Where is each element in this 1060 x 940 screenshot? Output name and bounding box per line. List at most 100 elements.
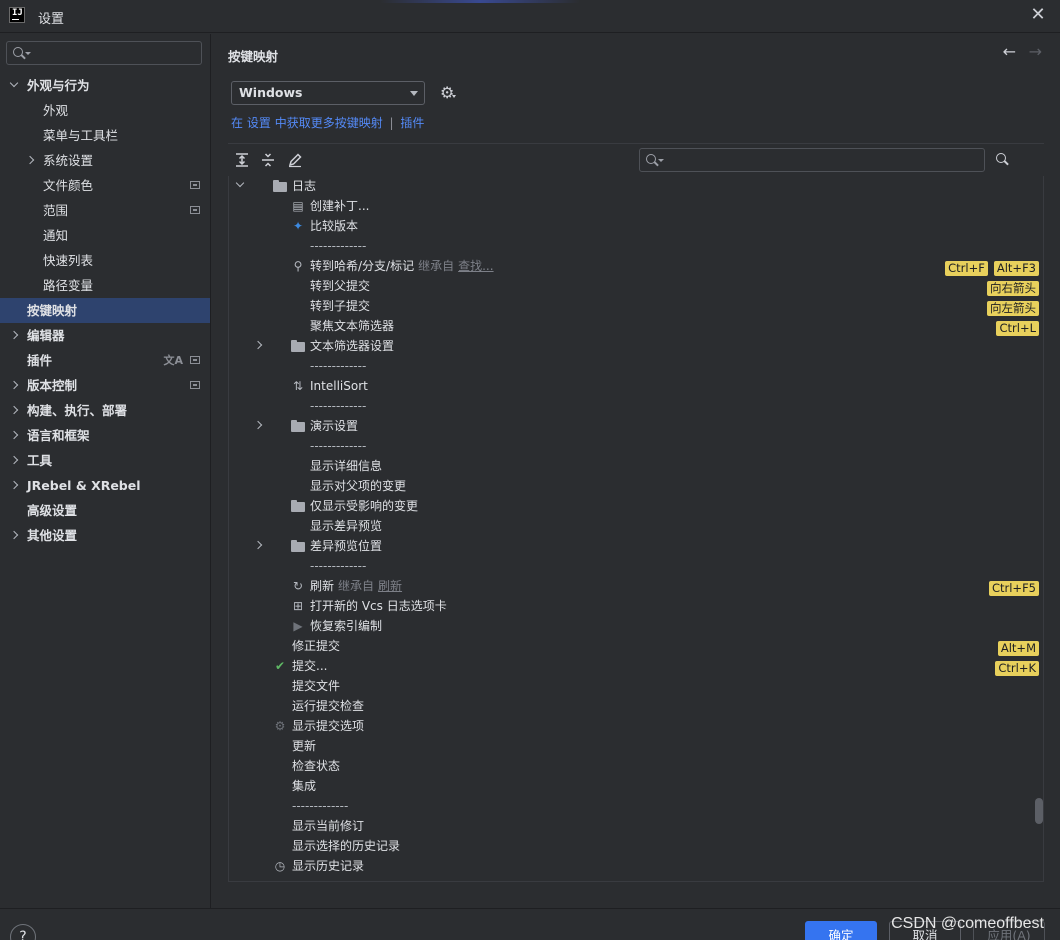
- action-row[interactable]: 差异预览位置: [229, 536, 1043, 556]
- sidebar-item[interactable]: 外观与行为: [0, 73, 210, 98]
- forward-arrow-icon[interactable]: →: [1029, 42, 1042, 61]
- plugins-link[interactable]: 插件: [400, 116, 424, 130]
- sidebar-item-label: 范围: [43, 203, 69, 218]
- action-row[interactable]: ↻ 刷新 继承自 刷新 Ctrl+F5: [229, 576, 1043, 596]
- keymap-panel: 按键映射 ← → Windows ⚙ 在 设置 中获取更多按键映射 | 插件 日…: [210, 34, 1060, 908]
- sidebar-item[interactable]: 版本控制: [0, 373, 210, 398]
- expand-all-icon[interactable]: [233, 152, 251, 170]
- action-label: -------------: [292, 796, 348, 816]
- sidebar-item-label: 文件颜色: [43, 178, 94, 193]
- chevron-right-icon[interactable]: [25, 155, 35, 165]
- keymap-gear-icon[interactable]: ⚙: [440, 83, 454, 102]
- sidebar-item[interactable]: 其他设置: [0, 523, 210, 548]
- action-name: -------------: [310, 359, 367, 373]
- sidebar-item[interactable]: 快速列表: [0, 248, 210, 273]
- collapse-all-icon[interactable]: [259, 152, 277, 170]
- action-row[interactable]: ⊞ 打开新的 Vcs 日志选项卡: [229, 596, 1043, 616]
- action-name: 打开新的 Vcs 日志选项卡: [310, 599, 447, 613]
- action-row[interactable]: 聚焦文本筛选器 Ctrl+L: [229, 316, 1043, 336]
- sidebar-item[interactable]: 外观: [0, 98, 210, 123]
- action-label: -------------: [310, 556, 366, 576]
- close-icon[interactable]: ✕: [1030, 6, 1046, 24]
- find-action-by-shortcut-icon[interactable]: [993, 151, 1011, 169]
- folder-icon: [291, 340, 305, 352]
- sidebar-item[interactable]: 高级设置: [0, 498, 210, 523]
- action-row[interactable]: 检查状态: [229, 756, 1043, 776]
- action-row[interactable]: 显示对父项的变更: [229, 476, 1043, 496]
- inherited-action-link[interactable]: 查找...: [458, 259, 493, 273]
- sidebar-item[interactable]: 插件 文A: [0, 348, 210, 373]
- sidebar-item[interactable]: 按键映射: [0, 298, 210, 323]
- shortcut-group: 向右箭头: [981, 278, 1039, 296]
- chevron-right-icon[interactable]: [9, 405, 19, 415]
- keymap-filter-input[interactable]: [639, 148, 985, 172]
- chevron-right-icon[interactable]: [9, 380, 19, 390]
- sidebar-item[interactable]: JRebel & XRebel: [0, 473, 210, 498]
- action-row[interactable]: 转到父提交 向右箭头: [229, 276, 1043, 296]
- settings-link[interactable]: 设置: [247, 116, 271, 130]
- separator-row: -------------: [229, 396, 1043, 416]
- scrollbar-thumb[interactable]: [1035, 798, 1043, 824]
- chevron-down-icon[interactable]: [9, 78, 19, 88]
- sidebar-item[interactable]: 路径变量: [0, 273, 210, 298]
- keymap-select[interactable]: Windows: [231, 81, 425, 105]
- action-row[interactable]: ◷ 显示历史记录: [229, 856, 1043, 876]
- action-row[interactable]: 显示选择的历史记录: [229, 836, 1043, 856]
- action-row[interactable]: 转到子提交 向左箭头: [229, 296, 1043, 316]
- sidebar-item[interactable]: 系统设置: [0, 148, 210, 173]
- chevron-right-icon[interactable]: [9, 455, 19, 465]
- chevron-right-icon[interactable]: [9, 330, 19, 340]
- action-row[interactable]: ▶ 恢复索引编制: [229, 616, 1043, 636]
- sidebar-item[interactable]: 编辑器: [0, 323, 210, 348]
- action-label: -------------: [310, 436, 366, 456]
- action-row[interactable]: 演示设置: [229, 416, 1043, 436]
- search-history-caret-icon[interactable]: [658, 159, 664, 162]
- action-row[interactable]: 文本筛选器设置: [229, 336, 1043, 356]
- sidebar-item[interactable]: 语言和框架: [0, 423, 210, 448]
- sidebar-item[interactable]: 构建、执行、部署: [0, 398, 210, 423]
- chevron-right-icon[interactable]: [253, 540, 263, 550]
- action-row[interactable]: 显示详细信息: [229, 456, 1043, 476]
- action-label: 演示设置: [310, 416, 358, 436]
- intellij-logo-icon: IJ: [9, 7, 25, 23]
- action-row[interactable]: 显示当前修订: [229, 816, 1043, 836]
- chevron-right-icon[interactable]: [9, 530, 19, 540]
- sidebar-item[interactable]: 文件颜色: [0, 173, 210, 198]
- chevron-down-icon[interactable]: [235, 178, 245, 188]
- ok-button[interactable]: 确定: [805, 921, 877, 940]
- chevron-right-icon[interactable]: [9, 480, 19, 490]
- action-row[interactable]: 集成: [229, 776, 1043, 796]
- chevron-right-icon[interactable]: [9, 430, 19, 440]
- action-row[interactable]: ⚙ 显示提交选项: [229, 716, 1043, 736]
- sidebar-item[interactable]: 菜单与工具栏: [0, 123, 210, 148]
- action-row[interactable]: 日志: [229, 176, 1043, 196]
- search-history-caret-icon[interactable]: [25, 52, 31, 55]
- action-row[interactable]: 修正提交 Alt+M: [229, 636, 1043, 656]
- edit-pencil-icon[interactable]: [286, 152, 304, 170]
- sidebar-item[interactable]: 工具: [0, 448, 210, 473]
- sidebar-item[interactable]: 通知: [0, 223, 210, 248]
- shortcut-group: Ctrl+F5: [983, 578, 1039, 596]
- action-label: 检查状态: [292, 756, 340, 776]
- action-row[interactable]: ⚲ 转到哈希/分支/标记 继承自 查找... Ctrl+F Alt+F3: [229, 256, 1043, 276]
- action-row[interactable]: ▤ 创建补丁...: [229, 196, 1043, 216]
- chevron-right-icon[interactable]: [253, 420, 263, 430]
- help-button[interactable]: ?: [10, 924, 36, 940]
- back-arrow-icon[interactable]: ←: [1003, 42, 1016, 61]
- action-row[interactable]: 仅显示受影响的变更: [229, 496, 1043, 516]
- shortcut-group: Ctrl+L: [990, 318, 1039, 336]
- title-bar-glow: [380, 0, 580, 3]
- action-row[interactable]: ✔ 提交... Ctrl+K: [229, 656, 1043, 676]
- sidebar-search-input[interactable]: [6, 41, 202, 65]
- action-row[interactable]: 提交文件: [229, 676, 1043, 696]
- action-row[interactable]: ⇅ IntelliSort: [229, 376, 1043, 396]
- action-row[interactable]: ✦ 比较版本: [229, 216, 1043, 236]
- inherited-action-link[interactable]: 刷新: [378, 579, 402, 593]
- action-row[interactable]: 显示差异预览: [229, 516, 1043, 536]
- action-row[interactable]: 更新: [229, 736, 1043, 756]
- sidebar-item[interactable]: 范围: [0, 198, 210, 223]
- chevron-right-icon[interactable]: [253, 340, 263, 350]
- action-row[interactable]: 运行提交检查: [229, 696, 1043, 716]
- sidebar-item-label: 外观与行为: [27, 78, 90, 93]
- sidebar-item-label: JRebel & XRebel: [27, 478, 141, 493]
